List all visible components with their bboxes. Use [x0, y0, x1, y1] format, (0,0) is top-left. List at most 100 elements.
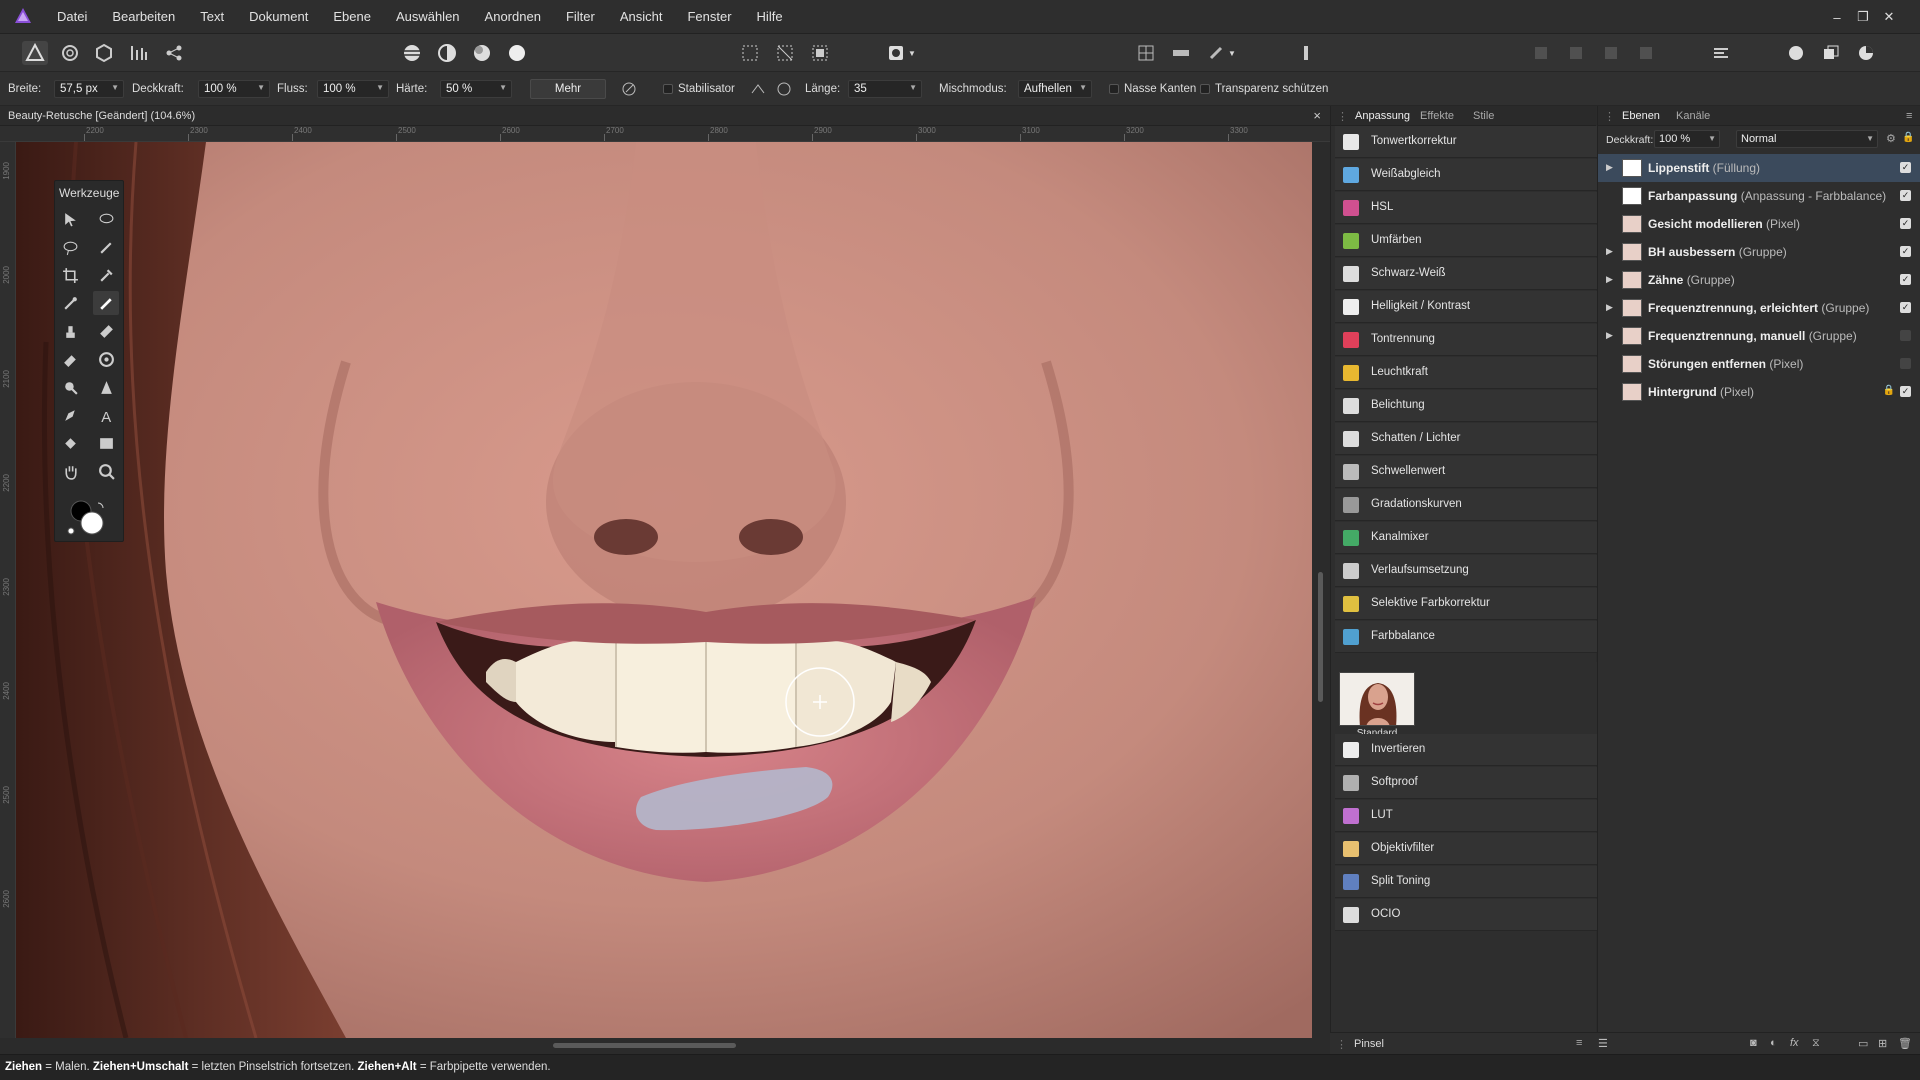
clone-brush-icon[interactable]	[57, 319, 83, 343]
move-tool-icon[interactable]	[57, 207, 83, 231]
nasse-kanten-checkbox[interactable]	[1109, 84, 1119, 94]
stabilisator-checkbox[interactable]	[663, 84, 673, 94]
mask-layer-icon[interactable]: ◙	[1750, 1037, 1757, 1049]
menu-filter[interactable]: Filter	[566, 0, 595, 34]
panel-menu-icon[interactable]: ≡	[1906, 110, 1912, 122]
adjustment-item-umfärben[interactable]: Umfärben	[1335, 225, 1597, 257]
eraser-tool-icon[interactable]	[57, 347, 83, 371]
snapping-grid-icon[interactable]	[1133, 41, 1159, 65]
photo-persona-icon[interactable]	[22, 41, 48, 65]
crop-tool-icon[interactable]	[57, 263, 83, 287]
adjustment-item-weißabgleich[interactable]: Weißabgleich	[1335, 159, 1597, 191]
lock-icon[interactable]: 🔒	[1883, 385, 1895, 396]
sharpen-brush-icon[interactable]	[93, 375, 119, 399]
visibility-checkbox[interactable]: ✓	[1900, 190, 1911, 201]
rope-mode-icon[interactable]	[745, 77, 771, 101]
visibility-checkbox[interactable]	[1900, 358, 1911, 369]
menu-text[interactable]: Text	[200, 0, 224, 34]
panel-grip-icon[interactable]: ⋮	[1604, 110, 1615, 123]
close-document-icon[interactable]: ×	[1313, 108, 1321, 123]
visibility-checkbox[interactable]: ✓	[1900, 162, 1911, 173]
horizontal-scrollbar[interactable]	[0, 1038, 1330, 1054]
assistant-icon[interactable]	[1293, 41, 1319, 65]
tone-mapping-persona-icon[interactable]	[126, 41, 152, 65]
tab-ebenen[interactable]: Ebenen	[1622, 110, 1660, 122]
tab-stile[interactable]: Stile	[1473, 110, 1494, 122]
color-picker-icon[interactable]	[1853, 41, 1879, 65]
selection-brush-icon[interactable]	[93, 207, 119, 231]
panel-grip-icon[interactable]: ⋮	[1336, 1038, 1347, 1051]
adjustment-item-schwarz-weiß[interactable]: Schwarz-Weiß	[1335, 258, 1597, 290]
adjustment-preset[interactable]: Standard	[1335, 662, 1597, 742]
healing-brush-icon[interactable]	[93, 319, 119, 343]
adjustment-item-tonwertkorrektur[interactable]: Tonwertkorrektur	[1335, 126, 1597, 158]
arrange-icon[interactable]	[1708, 41, 1734, 65]
adjustment-item-invertieren[interactable]: Invertieren	[1335, 734, 1597, 766]
adjustment-item-objektivfilter[interactable]: Objektivfilter	[1335, 833, 1597, 865]
vertical-scrollbar[interactable]	[1312, 142, 1330, 1038]
tab-kanaele[interactable]: Kanäle	[1676, 110, 1710, 122]
layers-overlay-icon[interactable]	[1818, 41, 1844, 65]
adjustment-item-kanalmixer[interactable]: Kanalmixer	[1335, 522, 1597, 554]
tab-pinsel[interactable]: Pinsel	[1354, 1038, 1384, 1050]
adjustment-item-belichtung[interactable]: Belichtung	[1335, 390, 1597, 422]
layer-opacity-field[interactable]: 100 % ▼	[1654, 130, 1720, 148]
menu-fenster[interactable]: Fenster	[687, 0, 731, 34]
adjustment-item-softproof[interactable]: Softproof	[1335, 767, 1597, 799]
adjustment-item-lut[interactable]: LUT	[1335, 800, 1597, 832]
fluss-field[interactable]: 100 % ▼	[317, 80, 389, 98]
layer-row[interactable]: Farbanpassung (Anpassung - Farbbalance) ✓	[1598, 182, 1920, 210]
tab-effekte[interactable]: Effekte	[1420, 110, 1454, 122]
gear-icon[interactable]: ⚙	[1886, 132, 1896, 145]
adjustment-item-farbbalance[interactable]: Farbbalance	[1335, 621, 1597, 653]
fx-icon[interactable]: fx	[1790, 1037, 1799, 1049]
mehr-button[interactable]: Mehr	[530, 79, 606, 99]
menu-ansicht[interactable]: Ansicht	[620, 0, 663, 34]
close-window-button[interactable]: ✕	[1876, 9, 1902, 25]
pen-tool-icon[interactable]	[57, 403, 83, 427]
add-layer-icon[interactable]: ⊞	[1878, 1037, 1887, 1050]
minimize-button[interactable]: –	[1824, 10, 1850, 25]
menu-ebene[interactable]: Ebene	[333, 0, 371, 34]
eyedropper-tool-icon[interactable]	[93, 263, 119, 287]
deselect-icon[interactable]	[772, 41, 798, 65]
add-group-icon[interactable]: ▭	[1858, 1037, 1868, 1050]
flood-fill-icon[interactable]	[57, 431, 83, 455]
adjustment-item-schwellenwert[interactable]: Schwellenwert	[1335, 456, 1597, 488]
visibility-checkbox[interactable]: ✓	[1900, 302, 1911, 313]
adjustment-item-hsl[interactable]: HSL	[1335, 192, 1597, 224]
export-persona-icon[interactable]	[161, 41, 187, 65]
layer-row[interactable]: ▶ Frequenztrennung, erleichtert (Gruppe) ✓	[1598, 294, 1920, 322]
paint-mixer-brush-icon[interactable]	[57, 291, 83, 315]
user-interface-icon[interactable]	[1783, 41, 1809, 65]
quick-mask-dropdown-icon[interactable]: ▼	[906, 41, 918, 65]
align-icon[interactable]	[1168, 41, 1194, 65]
tab-anpassung[interactable]: Anpassung	[1355, 110, 1410, 122]
delete-layer-icon[interactable]: 🗑	[1898, 1037, 1912, 1050]
snapping-dropdown-icon[interactable]: ▼	[1226, 41, 1238, 65]
liquify-persona-icon[interactable]	[57, 41, 83, 65]
document-tab[interactable]: Beauty-Retusche [Geändert] (104.6%) ×	[0, 106, 1330, 126]
horizontal-scroll-thumb[interactable]	[553, 1043, 736, 1048]
adjustment-item-tontrennung[interactable]: Tontrennung	[1335, 324, 1597, 356]
layer-row[interactable]: ▶ BH ausbessern (Gruppe) ✓	[1598, 238, 1920, 266]
document-canvas[interactable]	[16, 142, 1312, 1038]
deckkraft-field[interactable]: 100 % ▼	[198, 80, 270, 98]
expand-icon[interactable]: ▶	[1606, 330, 1613, 341]
layer-row[interactable]: ▶ Zähne (Gruppe) ✓	[1598, 266, 1920, 294]
text-tool-icon[interactable]: A	[93, 403, 119, 427]
layer-row[interactable]: Gesicht modellieren (Pixel) ✓	[1598, 210, 1920, 238]
adjustment-item-selektive-farbkorrektur[interactable]: Selektive Farbkorrektur	[1335, 588, 1597, 620]
visibility-checkbox[interactable]	[1900, 330, 1911, 341]
rectangle-tool-icon[interactable]	[93, 431, 119, 455]
lock-icon[interactable]: 🔒	[1902, 132, 1914, 143]
laenge-field[interactable]: 35 ▼	[848, 80, 922, 98]
app-logo-icon[interactable]	[14, 7, 32, 25]
visibility-checkbox[interactable]: ✓	[1900, 386, 1911, 397]
auto-contrast-icon[interactable]	[434, 41, 460, 65]
adjustment-item-split-toning[interactable]: Split Toning	[1335, 866, 1597, 898]
auto-white-balance-icon[interactable]	[504, 41, 530, 65]
visibility-checkbox[interactable]: ✓	[1900, 246, 1911, 257]
vertical-scroll-thumb[interactable]	[1318, 572, 1323, 702]
adjustment-item-helligkeit-kontrast[interactable]: Helligkeit / Kontrast	[1335, 291, 1597, 323]
